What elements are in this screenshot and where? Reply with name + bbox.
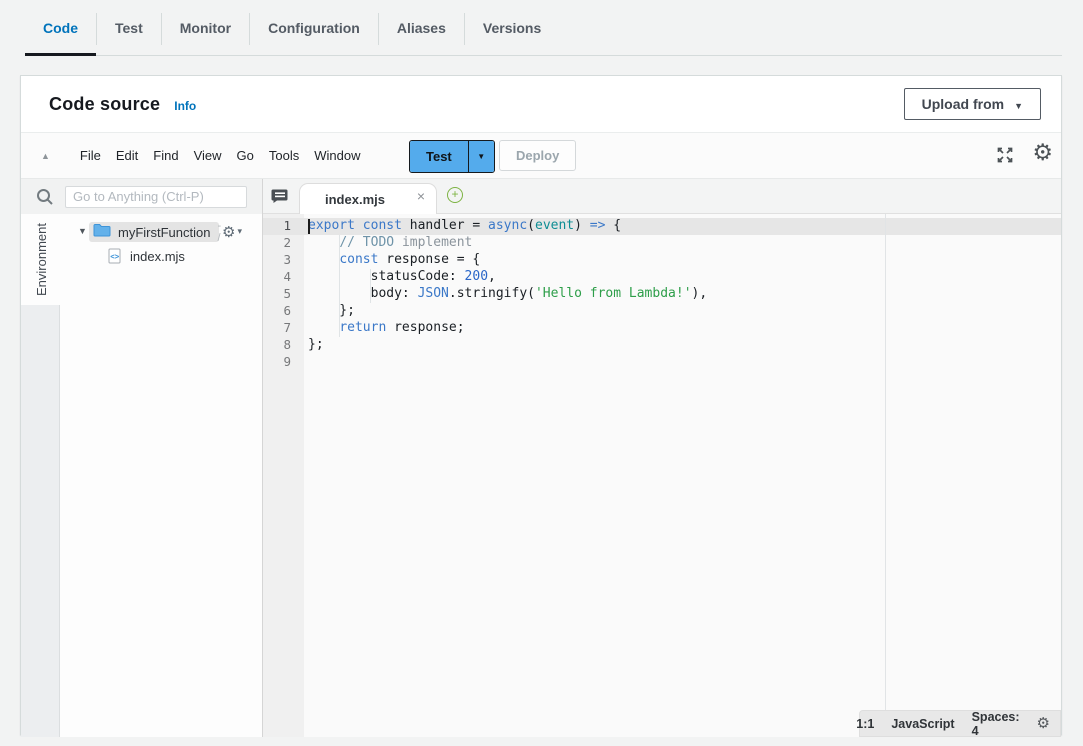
tab-test[interactable]: Test [97,0,161,56]
tab-configuration[interactable]: Configuration [250,0,378,56]
tab-versions[interactable]: Versions [465,0,559,56]
editor-pane: index.mjs 123456789 export const handler… [263,179,1061,737]
editor-tab-label: index.mjs [325,192,385,207]
editor-status-bar: 1:1 JavaScript Spaces: 4 [859,710,1061,737]
status-settings-gear-icon[interactable] [1037,716,1050,731]
editor-menubar: ▲ File Edit Find View Go Tools Window Te… [21,133,1061,179]
tab-configuration-label: Configuration [268,20,360,36]
language-mode[interactable]: JavaScript [891,717,954,731]
indent-setting[interactable]: Spaces: 4 [972,710,1020,738]
function-nav: Code Test Monitor Configuration Aliases … [0,0,1083,58]
code-line-1[interactable]: export const handler = async(event) => { [304,218,1061,235]
menu-go[interactable]: Go [237,148,254,163]
test-dropdown-arrow[interactable] [468,141,494,172]
file-tree: myFirstFunction - / <> index.mjs [60,214,262,737]
tab-list-icon[interactable] [271,188,289,204]
test-button[interactable]: Test [410,141,468,172]
folder-path-suffix: - / [217,220,221,244]
gutter-line-number: 2 [263,235,304,252]
gutter-line-number: 6 [263,303,304,320]
tab-test-label: Test [115,20,143,36]
deploy-button[interactable]: Deploy [499,140,576,171]
gutter[interactable]: 123456789 [263,218,304,371]
sidebar-search-row [21,179,262,215]
sidebar-rail: Environment [21,214,60,737]
code-line-5[interactable]: body: JSON.stringify('Hello from Lambda!… [304,286,1061,303]
code-source-header: Code source Info Upload from [21,76,1061,133]
editor-workspace: Environment myFirstFunction [21,179,1061,737]
tab-aliases[interactable]: Aliases [379,0,464,56]
test-button-label: Test [426,149,452,164]
chevron-down-icon [1014,96,1023,112]
menu-find[interactable]: Find [153,148,178,163]
gutter-line-number: 7 [263,320,304,337]
fullscreen-icon[interactable] [995,145,1015,165]
gutter-line-number: 3 [263,252,304,269]
menu-edit[interactable]: Edit [116,148,138,163]
collapse-panel-icon[interactable]: ▲ [41,151,50,161]
tree-settings-gear-icon[interactable] [222,223,242,241]
environment-tab-label: Environment [34,223,49,296]
tab-code-label: Code [43,20,78,36]
code-line-4[interactable]: statusCode: 200, [304,269,1061,286]
new-tab-plus-icon[interactable] [447,187,463,203]
menu-file[interactable]: File [80,148,101,163]
code-line-7[interactable]: return response; [304,320,1061,337]
tree-row-file[interactable]: <> index.mjs [60,246,262,266]
code-line-9[interactable] [304,354,1061,371]
upload-from-button[interactable]: Upload from [904,88,1041,120]
search-icon[interactable] [35,187,55,207]
menu-tools[interactable]: Tools [269,148,299,163]
editor-settings-gear-icon[interactable] [1032,140,1053,166]
code-lines: export const handler = async(event) => {… [304,218,1061,371]
editor-menus: File Edit Find View Go Tools Window [80,148,361,163]
lambda-code-page: Code Test Monitor Configuration Aliases … [0,0,1083,746]
tab-monitor[interactable]: Monitor [162,0,249,56]
gutter-line-number: 8 [263,337,304,354]
folder-icon [93,223,111,242]
code-line-3[interactable]: const response = { [304,252,1061,269]
environment-tab[interactable]: Environment [21,214,61,305]
svg-text:<>: <> [110,252,120,261]
folder-expand-caret-icon[interactable] [78,226,87,236]
tab-monitor-label: Monitor [180,20,231,36]
code-line-8[interactable]: }; [304,337,1061,354]
code-line-6[interactable]: }; [304,303,1061,320]
page-title: Code source [49,94,160,115]
code-source-card: Code source Info Upload from ▲ File Edit… [20,75,1062,735]
folder-selected-pill: myFirstFunction - / [89,222,219,242]
menu-window[interactable]: Window [314,148,360,163]
gutter-line-number: 5 [263,286,304,303]
gutter-line-number: 4 [263,269,304,286]
test-split-button: Test [409,140,495,173]
menu-view[interactable]: View [194,148,222,163]
editor-tab-indexmjs[interactable]: index.mjs [299,183,437,214]
goto-anything-input[interactable] [65,186,247,208]
info-link[interactable]: Info [174,99,196,113]
tab-versions-label: Versions [483,20,541,36]
gutter-line-number: 1 [263,218,304,235]
code-line-2[interactable]: // TODO implement [304,235,1061,252]
file-name: index.mjs [130,249,185,264]
tree-row-folder[interactable]: myFirstFunction - / [60,222,262,242]
close-tab-icon[interactable] [417,189,425,203]
tab-code[interactable]: Code [25,0,96,56]
sidebar: Environment myFirstFunction [21,179,263,737]
folder-name: myFirstFunction [118,225,210,240]
code-file-icon: <> [108,248,121,264]
tab-aliases-label: Aliases [397,20,446,36]
editor-tabstrip: index.mjs [263,179,1061,214]
gutter-line-number: 9 [263,354,304,371]
text-cursor [308,219,310,234]
cursor-position[interactable]: 1:1 [856,717,874,731]
code-editor-area[interactable]: 123456789 export const handler = async(e… [263,214,1061,737]
upload-from-label: Upload from [922,96,1004,112]
